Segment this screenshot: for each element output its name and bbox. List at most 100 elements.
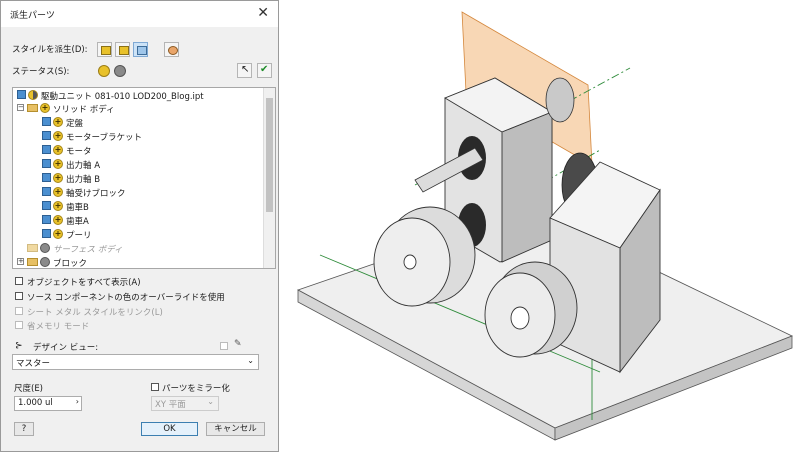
body-label: 出力軸 A bbox=[66, 161, 101, 171]
solid-folder-label: ソリッド ボディ bbox=[53, 105, 115, 115]
derive-style-icon bbox=[119, 46, 129, 55]
derived-part-dialog: 派生パーツ ✕ スタイルを派生(D): ステータス(S): ↖ ✔ 駆動ユニット… bbox=[0, 0, 279, 452]
design-view-icon: ⊱ bbox=[15, 341, 23, 351]
part-icon bbox=[42, 173, 51, 182]
list-item[interactable]: + 出力軸 B bbox=[13, 171, 263, 185]
chevron-down-icon: ⌄ bbox=[207, 397, 214, 406]
part-icon bbox=[42, 229, 51, 238]
reduced-memory-checkbox bbox=[15, 321, 23, 329]
list-item[interactable]: + 定盤 bbox=[13, 115, 263, 129]
body-label: 歯車B bbox=[66, 203, 89, 213]
block-folder-label: ブロック bbox=[53, 259, 88, 269]
mirror-checkbox[interactable] bbox=[151, 383, 159, 391]
list-item[interactable]: + モーターブラケット bbox=[13, 129, 263, 143]
part-icon bbox=[42, 159, 51, 168]
plus-status-icon[interactable]: + bbox=[53, 201, 63, 211]
pulley-hub bbox=[403, 254, 417, 270]
plus-status-icon[interactable]: + bbox=[53, 131, 63, 141]
list-item[interactable]: + 軸受けブロック bbox=[13, 185, 263, 199]
list-item[interactable]: + 歯車B bbox=[13, 199, 263, 213]
list-item[interactable]: + 歯車A bbox=[13, 213, 263, 227]
mirror-label: パーツをミラー化 bbox=[162, 384, 230, 394]
select-arrow-button[interactable]: ↖ bbox=[237, 63, 252, 78]
dialog-title: 派生パーツ bbox=[10, 11, 55, 21]
help-button[interactable]: ? bbox=[14, 422, 34, 436]
show-all-checkbox[interactable] bbox=[15, 277, 23, 285]
part-icon bbox=[42, 117, 51, 126]
plus-status-icon[interactable] bbox=[98, 65, 110, 77]
part-icon bbox=[42, 201, 51, 210]
tree-root[interactable]: 駆動ユニット 081-010 LOD200_Blog.ipt bbox=[13, 88, 263, 102]
folder-icon bbox=[27, 258, 38, 266]
scale-value: 1.000 ul bbox=[18, 398, 53, 408]
checkmark-icon: ✔ bbox=[260, 64, 269, 75]
scale-label: 尺度(E) bbox=[14, 384, 44, 394]
design-view-select[interactable]: マスター ⌄ bbox=[12, 354, 259, 370]
select-arrow-icon: ↖ bbox=[241, 64, 250, 75]
pin-icon[interactable]: ✎ bbox=[234, 339, 242, 349]
list-item[interactable]: + モータ bbox=[13, 143, 263, 157]
body-label: モータ bbox=[66, 147, 92, 157]
override-color-checkbox[interactable] bbox=[15, 292, 23, 300]
derive-style-keep-button[interactable] bbox=[115, 42, 130, 57]
mirror-plane-value: XY 平面 bbox=[155, 400, 186, 410]
show-all-label: オブジェクトをすべて表示(A) bbox=[27, 278, 141, 288]
collapse-icon[interactable]: − bbox=[17, 104, 24, 111]
tree-block-folder[interactable]: + ブロック bbox=[13, 255, 263, 269]
design-view-value: マスター bbox=[16, 359, 51, 369]
cancel-button[interactable]: キャンセル bbox=[206, 422, 265, 436]
plus-status-icon[interactable]: + bbox=[53, 187, 63, 197]
close-icon[interactable]: ✕ bbox=[257, 5, 269, 21]
exclude-status-icon[interactable] bbox=[114, 65, 126, 77]
plus-status-icon[interactable]: + bbox=[40, 103, 50, 113]
folder-icon bbox=[27, 244, 38, 252]
list-item[interactable]: + 出力軸 A bbox=[13, 157, 263, 171]
plus-status-icon[interactable]: + bbox=[53, 145, 63, 155]
body-tree[interactable]: 駆動ユニット 081-010 LOD200_Blog.ipt − + ソリッド … bbox=[12, 87, 276, 269]
plus-status-icon[interactable]: + bbox=[53, 215, 63, 225]
bearing-block-side bbox=[501, 111, 553, 263]
scrollbar-thumb[interactable] bbox=[266, 98, 273, 212]
body-label: 定盤 bbox=[66, 119, 84, 129]
mixed-status-icon[interactable] bbox=[28, 90, 38, 100]
part-icon bbox=[42, 131, 51, 140]
body-label: 出力軸 B bbox=[66, 175, 101, 185]
part-icon bbox=[17, 90, 26, 99]
part-icon bbox=[42, 145, 51, 154]
plus-status-icon[interactable]: + bbox=[53, 159, 63, 169]
model-viewport[interactable] bbox=[280, 0, 800, 454]
gear-b bbox=[545, 77, 575, 123]
design-view-label: デザイン ビュー: bbox=[33, 343, 99, 353]
sheet-metal-label: シート メタル スタイルをリンク(L) bbox=[27, 308, 163, 318]
associative-checkbox bbox=[220, 342, 228, 350]
override-color-label: ソース コンポーネントの色のオーバーライドを使用 bbox=[27, 293, 225, 303]
reduced-memory-label: 省メモリ モード bbox=[27, 322, 90, 332]
plus-status-icon[interactable]: + bbox=[53, 229, 63, 239]
tree-scrollbar[interactable] bbox=[263, 88, 275, 268]
status-label: ステータス(S): bbox=[12, 67, 70, 77]
derive-style-part-button[interactable] bbox=[133, 42, 148, 57]
derive-style-body-button[interactable] bbox=[164, 42, 179, 57]
body-label: モーターブラケット bbox=[66, 133, 142, 143]
derive-style-label: スタイルを派生(D): bbox=[12, 45, 88, 55]
chevron-right-icon[interactable]: › bbox=[76, 397, 79, 406]
sheet-metal-checkbox bbox=[15, 307, 23, 315]
tree-surface-folder[interactable]: サーフェス ボディ bbox=[13, 241, 263, 255]
expand-icon[interactable]: + bbox=[17, 258, 24, 265]
derive-style-single-button[interactable] bbox=[97, 42, 112, 57]
help-icon: ? bbox=[21, 424, 27, 434]
chevron-down-icon: ⌄ bbox=[247, 356, 254, 365]
ok-button[interactable]: OK bbox=[141, 422, 198, 436]
body-label: 歯車A bbox=[66, 217, 89, 227]
apply-check-button[interactable]: ✔ bbox=[257, 63, 272, 78]
list-item[interactable]: + プーリ bbox=[13, 227, 263, 241]
exclude-status-icon[interactable] bbox=[40, 257, 50, 267]
plus-status-icon[interactable]: + bbox=[53, 117, 63, 127]
exclude-status-icon[interactable] bbox=[40, 243, 50, 253]
body-label: 軸受けブロック bbox=[66, 189, 126, 199]
derive-style-icon bbox=[137, 46, 147, 55]
tree-solid-folder[interactable]: − + ソリッド ボディ bbox=[13, 101, 263, 115]
dialog-titlebar: 派生パーツ ✕ bbox=[1, 1, 278, 27]
plus-status-icon[interactable]: + bbox=[53, 173, 63, 183]
scale-input[interactable]: 1.000 ul › bbox=[14, 396, 82, 411]
